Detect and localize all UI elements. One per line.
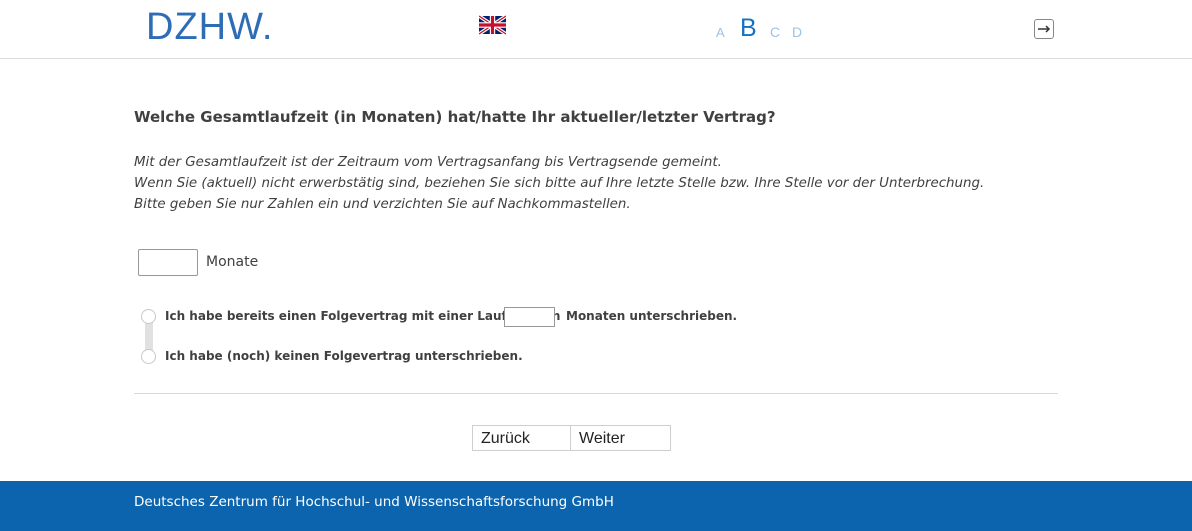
follow-contract-label: Ich habe bereits einen Folgevertrag mit …: [165, 309, 561, 323]
question-hints: Mit der Gesamtlaufzeit ist der Zeitraum …: [134, 152, 984, 215]
font-size-d[interactable]: D: [792, 24, 802, 40]
no-follow-contract-radio[interactable]: [141, 349, 156, 364]
months-input[interactable]: [138, 249, 198, 276]
uk-flag-icon[interactable]: [478, 14, 507, 36]
divider: [134, 393, 1058, 394]
font-size-b[interactable]: B: [740, 14, 757, 43]
follow-contract-months-input[interactable]: [504, 307, 555, 327]
footer-bar: Deutsches Zentrum für Hochschul- und Wis…: [0, 481, 1192, 531]
follow-contract-radio[interactable]: [141, 309, 156, 324]
dzhw-logo[interactable]: DZHW.: [146, 7, 273, 47]
hint-line: Mit der Gesamtlaufzeit ist der Zeitraum …: [134, 155, 722, 170]
footer-text: Deutsches Zentrum für Hochschul- und Wis…: [134, 494, 614, 510]
back-button[interactable]: Zurück: [472, 425, 571, 451]
logout-button[interactable]: [1034, 19, 1054, 39]
no-follow-contract-label: Ich habe (noch) keinen Folgevertrag unte…: [165, 349, 523, 363]
next-button[interactable]: Weiter: [571, 425, 671, 451]
font-size-c[interactable]: C: [770, 24, 780, 40]
hint-line: Bitte geben Sie nur Zahlen ein und verzi…: [134, 197, 631, 212]
font-size-a[interactable]: A: [716, 25, 725, 40]
follow-contract-label-suffix: Monaten unterschrieben.: [566, 309, 738, 323]
question-title: Welche Gesamtlaufzeit (in Monaten) hat/h…: [134, 108, 776, 126]
months-label: Monate: [206, 254, 259, 270]
logout-icon: [1038, 25, 1051, 33]
hint-line: Wenn Sie (aktuell) nicht erwerbstätig si…: [134, 176, 985, 191]
header-bar: DZHW. A B C D: [0, 0, 1192, 59]
